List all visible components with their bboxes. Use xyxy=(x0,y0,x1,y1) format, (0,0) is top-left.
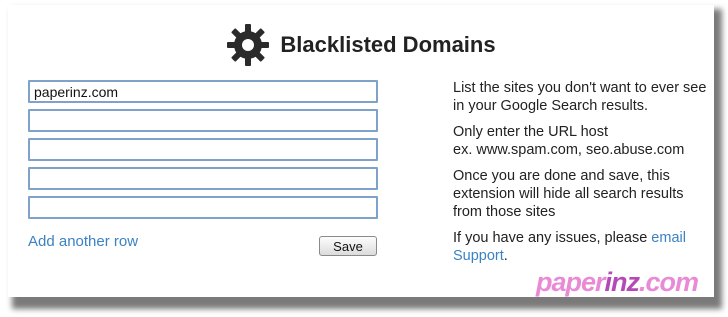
watermark-logo: paperinz.com xyxy=(536,267,699,298)
help-paragraph-4: If you have any issues, please email Sup… xyxy=(453,229,708,265)
help-text: List the sites you don't want to ever se… xyxy=(453,79,708,273)
page-header: Blacklisted Domains xyxy=(8,23,714,67)
domain-input-4[interactable] xyxy=(28,167,378,190)
help-paragraph-1: List the sites you don't want to ever se… xyxy=(453,80,707,114)
help-paragraph-2: Only enter the URL host ex. www.spam.com… xyxy=(453,123,708,159)
help-line-example: ex. www.spam.com, seo.abuse.com xyxy=(453,142,685,158)
page-title: Blacklisted Domains xyxy=(280,32,496,57)
watermark-part-3: .com xyxy=(639,267,699,297)
domain-input-1[interactable] xyxy=(28,80,378,103)
help-issues-text: If you have any issues, please xyxy=(453,230,652,246)
domain-input-2[interactable] xyxy=(28,109,378,132)
help-issues-end: . xyxy=(503,248,508,264)
gear-icon xyxy=(227,24,270,66)
add-another-row-link[interactable]: Add another row xyxy=(28,233,138,250)
help-paragraph-3: Once you are done and save, this extensi… xyxy=(453,168,684,220)
help-line-host: Only enter the URL host xyxy=(453,124,609,140)
domain-rows xyxy=(28,80,378,225)
watermark-part-1: paper xyxy=(536,267,606,297)
domain-input-3[interactable] xyxy=(28,138,378,161)
options-panel: Blacklisted Domains Add another row Save… xyxy=(8,5,714,297)
domain-input-5[interactable] xyxy=(28,196,378,219)
watermark-part-2: inz xyxy=(604,267,640,297)
save-button[interactable]: Save xyxy=(319,236,377,256)
